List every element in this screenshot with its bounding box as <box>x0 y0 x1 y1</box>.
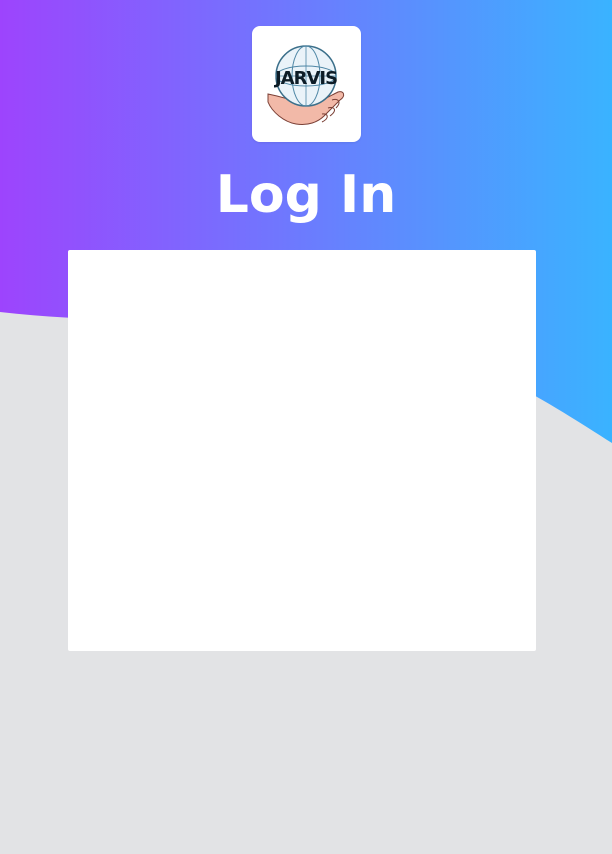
login-card <box>68 250 536 651</box>
svg-text:JARVIS: JARVIS <box>273 68 337 89</box>
page-title: Log In <box>215 165 397 225</box>
jarvis-globe-hand-logo-icon: JARVIS <box>267 45 345 125</box>
app-logo: JARVIS <box>252 26 361 142</box>
